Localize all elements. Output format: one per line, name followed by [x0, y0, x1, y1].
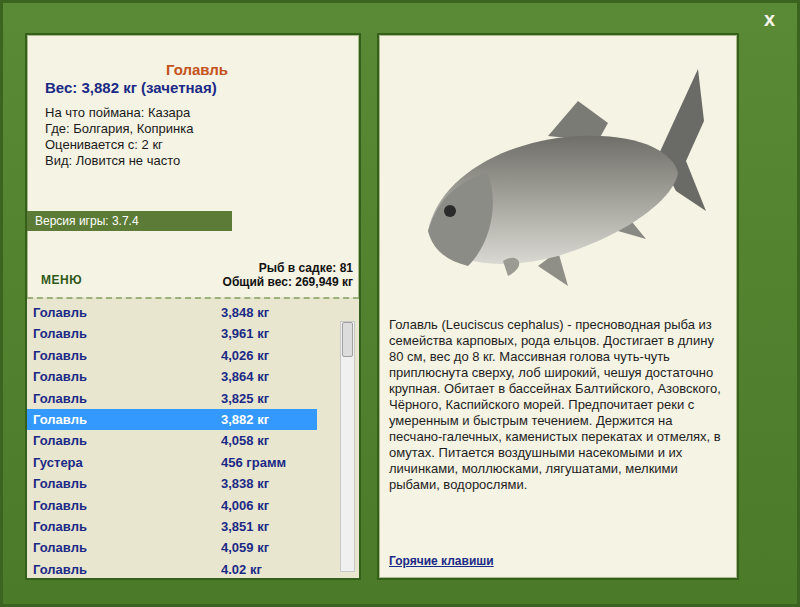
fish-description: Голавль (Leuciscus cephalus) - пресновод…: [379, 317, 737, 493]
catch-row[interactable]: Голавль 3,848 кг: [27, 302, 317, 323]
fish-weight-cell: 3,882 кг: [221, 409, 317, 430]
fish-name: Голавль: [33, 495, 87, 516]
catch-row[interactable]: Голавль 3,961 кг: [27, 323, 317, 344]
fish-name: Голавль: [33, 430, 87, 451]
fish-name: Голавль: [33, 366, 87, 387]
catch-row[interactable]: Голавль 3,838 кг: [27, 473, 317, 494]
fish-detail: Где: Болгария, Копринка: [45, 121, 349, 137]
fish-weight-cell: 4,006 кг: [221, 495, 317, 516]
fish-details: На что поймана: КазараГде: Болгария, Коп…: [45, 105, 349, 169]
fish-name: Голавль: [33, 302, 87, 323]
stats-bar: МЕНЮ Рыб в садке: 81Общий вес: 269,949 к…: [27, 231, 359, 297]
close-button[interactable]: x: [764, 9, 775, 29]
catch-panel: Голавль Вес: 3,882 кг (зачетная) На что …: [25, 33, 361, 580]
fish-detail: На что поймана: Казара: [45, 105, 349, 121]
fish-weight: Вес: 3,882 кг (зачетная): [45, 79, 349, 97]
fish-description-panel: Голавль (Leuciscus cephalus) - пресновод…: [377, 33, 739, 580]
fish-image: [379, 35, 737, 317]
fish-name: Голавль: [33, 345, 87, 366]
fish-title: Голавль: [45, 61, 349, 79]
fish-weight-cell: 4,026 кг: [221, 345, 317, 366]
fish-weight-cell: 3,825 кг: [221, 388, 317, 409]
catch-row[interactable]: Голавль 4,059 кг: [27, 537, 317, 558]
fish-name: Густера: [33, 452, 83, 473]
fish-weight-cell: 4,059 кг: [221, 537, 317, 558]
fish-weight-cell: 3,961 кг: [221, 323, 317, 344]
catch-row[interactable]: Голавль 4.02 кг: [27, 559, 317, 578]
version-bar: Версия игры: 3.7.4: [27, 211, 232, 231]
catch-row[interactable]: Голавль 4,026 кг: [27, 345, 317, 366]
catch-row[interactable]: Голавль 4,058 кг: [27, 430, 317, 451]
fish-weight-cell: 3,838 кг: [221, 473, 317, 494]
fish-detail: Оценивается с: 2 кг: [45, 137, 349, 153]
fish-name: Голавль: [33, 409, 87, 430]
cage-stat: Общий вес: 269,949 кг: [223, 275, 353, 289]
fish-name: Голавль: [33, 323, 87, 344]
scrollbar-thumb[interactable]: [342, 322, 353, 357]
fish-info-window: x Голавль Вес: 3,882 кг (зачетная) На чт…: [0, 0, 800, 607]
catch-row[interactable]: Голавль 4,006 кг: [27, 495, 317, 516]
fish-weight-cell: 3,851 кг: [221, 516, 317, 537]
catch-row[interactable]: Голавль 3,882 кг: [27, 409, 317, 430]
catch-row[interactable]: Голавль 3,825 кг: [27, 388, 317, 409]
fish-name: Голавль: [33, 559, 87, 578]
fish-card: Голавль Вес: 3,882 кг (зачетная) На что …: [27, 35, 359, 211]
chub-fish-icon: [408, 61, 708, 301]
catch-row[interactable]: Голавль 3,864 кг: [27, 366, 317, 387]
catch-row[interactable]: Густера 456 грамм: [27, 452, 317, 473]
catch-row[interactable]: Голавль 3,851 кг: [27, 516, 317, 537]
fish-weight-cell: 456 грамм: [221, 452, 317, 473]
scrollbar[interactable]: [340, 321, 355, 572]
catch-list: Голавль 3,848 кг Голавль 3,961 кг Голавль 4,0…: [27, 297, 359, 578]
cage-stat: Рыб в садке: 81: [223, 261, 353, 275]
fish-detail: Вид: Ловится не часто: [45, 153, 349, 169]
fish-name: Голавль: [33, 537, 87, 558]
fish-name: Голавль: [33, 473, 87, 494]
scrollbar-track: [342, 322, 353, 571]
catch-rows: Голавль 3,848 кг Голавль 3,961 кг Голавль 4,0…: [27, 299, 340, 578]
fish-weight-cell: 4,058 кг: [221, 430, 317, 451]
cage-stats: Рыб в садке: 81Общий вес: 269,949 кг: [223, 261, 353, 289]
fish-weight-cell: 3,848 кг: [221, 302, 317, 323]
fish-name: Голавль: [33, 516, 87, 537]
fish-weight-cell: 3,864 кг: [221, 366, 317, 387]
fish-weight-cell: 4.02 кг: [221, 559, 317, 578]
hotkeys-link[interactable]: Горячие клавиши: [389, 554, 494, 568]
fish-name: Голавль: [33, 388, 87, 409]
menu-button[interactable]: МЕНЮ: [41, 271, 82, 289]
